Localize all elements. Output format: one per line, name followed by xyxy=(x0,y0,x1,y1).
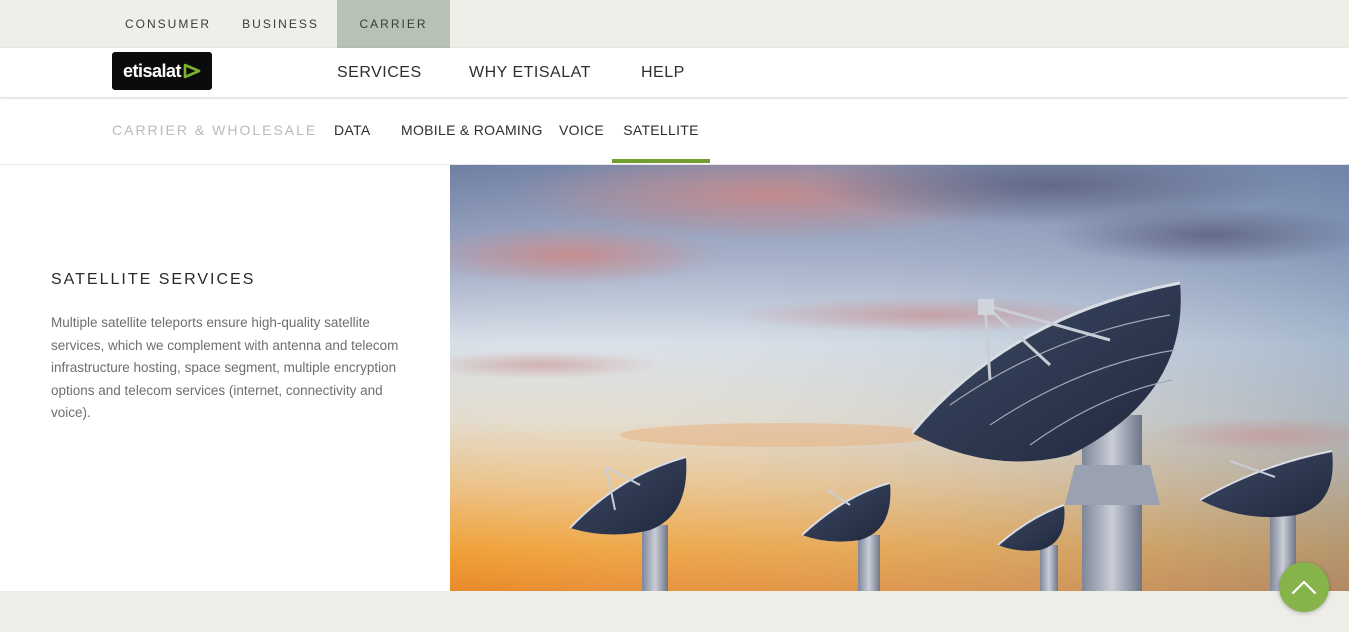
etisalat-logo[interactable]: etisalat xyxy=(112,52,212,90)
nav-services[interactable]: SERVICES xyxy=(337,48,422,97)
logo-wordmark: etisalat xyxy=(122,60,182,81)
page-footer-area xyxy=(0,591,1349,632)
sub-navigation: CARRIER & WHOLESALE DATA MOBILE & ROAMIN… xyxy=(0,97,1349,165)
nav-help[interactable]: HELP xyxy=(641,48,685,97)
subnav-mobile-roaming[interactable]: MOBILE & ROAMING xyxy=(401,97,543,163)
scroll-to-top-button[interactable] xyxy=(1279,562,1329,612)
audience-tab-carrier[interactable]: CARRIER xyxy=(337,0,450,48)
subnav-voice[interactable]: VOICE xyxy=(559,97,604,163)
content-panel: SATELLITE SERVICES Multiple satellite te… xyxy=(0,165,450,591)
nav-why-etisalat[interactable]: WHY ETISALAT xyxy=(469,48,591,97)
main-navigation: etisalat SERVICES WHY ETISALAT HELP xyxy=(0,48,1349,97)
audience-tab-consumer[interactable]: CONSUMER xyxy=(112,0,224,48)
subnav-data[interactable]: DATA xyxy=(334,97,370,163)
audience-tab-business[interactable]: BUSINESS xyxy=(224,0,337,48)
etisalat-logo-icon xyxy=(183,63,201,79)
audience-bar: CONSUMER BUSINESS CARRIER xyxy=(0,0,1349,48)
page-title: SATELLITE SERVICES xyxy=(51,271,256,288)
section-label: CARRIER & WHOLESALE xyxy=(112,122,318,138)
subnav-satellite[interactable]: SATELLITE xyxy=(612,97,710,163)
chevron-up-icon xyxy=(1291,580,1317,595)
satellite-dishes-illustration xyxy=(450,165,1349,591)
hero-image xyxy=(450,165,1349,591)
page-description: Multiple satellite teleports ensure high… xyxy=(51,315,399,420)
